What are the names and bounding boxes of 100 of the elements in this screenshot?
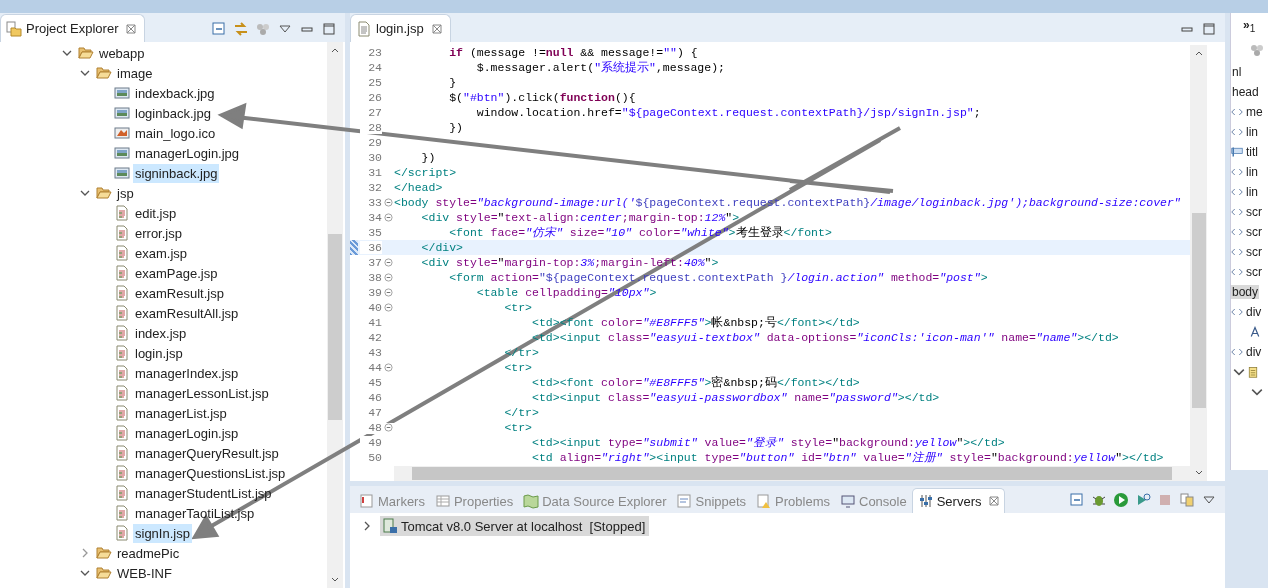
outline-item[interactable]: scr [1245, 265, 1263, 279]
fold-icon[interactable] [383, 423, 393, 432]
outline-item[interactable]: scr [1245, 225, 1263, 239]
jsp-file-icon [114, 485, 130, 501]
link-arrows-icon[interactable] [233, 20, 249, 37]
tree-item[interactable]: indexback.jpg [133, 83, 217, 103]
chevron-down-icon[interactable] [1251, 386, 1263, 398]
tag-icon [1231, 206, 1243, 218]
tree-item[interactable]: managerLogin.jpg [133, 143, 242, 163]
tree-item[interactable]: login.jsp [133, 343, 185, 363]
fold-icon[interactable] [383, 363, 393, 372]
tree-item[interactable]: edit.jsp [133, 203, 179, 223]
outline-item[interactable]: body [1231, 285, 1260, 299]
tree-item[interactable]: loginback.jpg [133, 103, 213, 123]
tree-item[interactable]: webapp [97, 43, 147, 63]
snippets-icon [676, 493, 693, 509]
line-number: 28 [360, 121, 382, 134]
tree-item[interactable]: signIn.jsp [133, 523, 192, 543]
maximize-icon[interactable] [321, 20, 337, 37]
outline-item[interactable]: scr [1245, 205, 1263, 219]
outline-item[interactable]: head [1231, 85, 1260, 99]
fold-icon[interactable] [383, 288, 393, 297]
profile-icon[interactable] [1135, 491, 1151, 508]
tree-item[interactable]: examPage.jsp [133, 263, 220, 283]
view-tab[interactable]: Servers [911, 488, 1005, 513]
map-icon [523, 493, 540, 509]
chevron-down-icon[interactable] [1233, 366, 1245, 378]
server-icon [382, 518, 398, 534]
jsp-file-icon [356, 20, 372, 37]
editor-tab[interactable]: login.jsp [350, 14, 451, 42]
maximize-icon[interactable] [1201, 20, 1217, 37]
close-icon[interactable] [126, 23, 137, 34]
tree-item[interactable]: examResultAll.jsp [133, 303, 241, 323]
fold-icon[interactable] [383, 303, 393, 312]
scrollbar[interactable] [394, 466, 1190, 481]
tree-item[interactable]: managerIndex.jsp [133, 363, 241, 383]
tree-item[interactable]: signinback.jpg [133, 163, 220, 183]
fold-icon[interactable] [383, 198, 393, 207]
tree-item[interactable]: managerQuestionsList.jsp [133, 463, 288, 483]
tag-icon [1231, 226, 1243, 238]
server-item[interactable]: Tomcat v8.0 Server at localhost [Stopped] [380, 516, 650, 536]
code-line: </div> [420, 240, 463, 255]
outline-item[interactable]: titl [1245, 145, 1259, 159]
tree-item[interactable]: exam.jsp [133, 243, 190, 263]
tag-icon [1231, 166, 1243, 178]
more-views-button[interactable]: »$_{1}$ [1243, 18, 1256, 35]
collapse-all-icon[interactable] [1069, 491, 1085, 508]
jsp-file-icon [114, 305, 130, 321]
chevron-down-icon[interactable] [80, 568, 90, 578]
chevron-down-icon[interactable] [62, 48, 72, 58]
tree-item[interactable]: image [115, 63, 155, 83]
tree-item[interactable]: managerLogin.jsp [133, 423, 241, 443]
outline-item[interactable]: lin [1245, 185, 1259, 199]
jsp-file-icon [114, 265, 130, 281]
close-icon[interactable] [988, 496, 999, 506]
chevron-down-icon[interactable] [80, 68, 90, 78]
notepad-icon[interactable] [1247, 366, 1259, 378]
image-file-icon [114, 145, 130, 161]
tree-item[interactable]: managerList.jsp [133, 403, 229, 423]
tag-icon [1231, 126, 1243, 138]
scrollbar[interactable] [327, 42, 343, 588]
tree-item[interactable]: managerQueryResult.jsp [133, 443, 281, 463]
tree-item[interactable]: managerLessonList.jsp [133, 383, 271, 403]
circles-icon[interactable] [1249, 42, 1265, 58]
chevron-right-icon[interactable] [362, 521, 372, 531]
outline-item[interactable]: nl [1231, 65, 1243, 79]
fold-icon[interactable] [383, 273, 393, 282]
outline-item[interactable]: div [1245, 345, 1263, 359]
chevron-down-icon[interactable] [80, 188, 90, 198]
outline-item[interactable]: scr [1245, 245, 1263, 259]
code-line: window.location.href="${pageContext.request.contextPath}/jsp/signIn.jsp"; [475, 105, 981, 120]
tag-icon [1231, 246, 1243, 258]
tree-item[interactable]: jsp [115, 183, 136, 203]
fold-icon[interactable] [383, 258, 393, 267]
outline-item[interactable]: lin [1245, 125, 1259, 139]
tree-item[interactable]: index.jsp [133, 323, 189, 343]
tree-item[interactable]: main_logo.ico [133, 123, 218, 143]
jsp-file-icon [114, 525, 130, 541]
play-icon[interactable] [1113, 491, 1129, 508]
tree-item[interactable]: error.jsp [133, 223, 184, 243]
jsp-file-icon [114, 225, 130, 241]
publish-icon[interactable] [1179, 491, 1195, 508]
jsp-file-icon [114, 345, 130, 361]
tree-item[interactable]: WEB-INF [115, 563, 174, 583]
tree-item[interactable]: readmePic [115, 543, 182, 563]
scrollbar[interactable] [1190, 45, 1207, 481]
image-file-icon [114, 105, 130, 121]
font-icon[interactable] [1249, 326, 1261, 338]
tree-item[interactable]: examResult.jsp [133, 283, 226, 303]
close-icon[interactable] [431, 23, 442, 34]
project-explorer-tab[interactable]: Project Explorer [0, 14, 146, 42]
outline-item[interactable]: me [1245, 105, 1264, 119]
jsp-file-icon [114, 285, 130, 301]
outline-item[interactable]: div [1245, 305, 1263, 319]
title-icon [1231, 146, 1243, 158]
outline-item[interactable]: lin [1245, 165, 1259, 179]
code-line: if (message !=null && message!="") { [448, 45, 698, 60]
fold-icon[interactable] [383, 213, 393, 222]
jsp-file-icon [114, 325, 130, 341]
collapse-all-icon[interactable] [211, 20, 227, 37]
